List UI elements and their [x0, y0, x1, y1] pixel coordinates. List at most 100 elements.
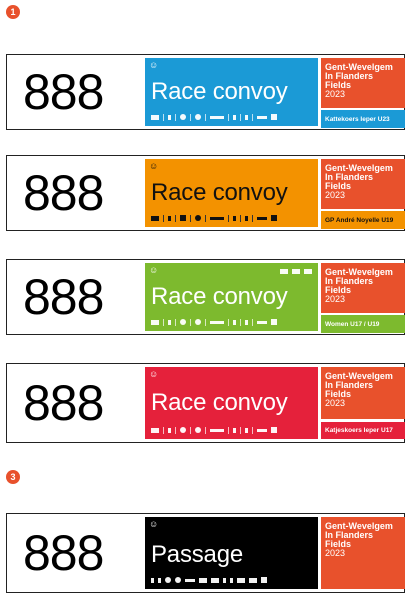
sponsor-logo-icon [249, 577, 257, 583]
person-icon: ☺ [149, 265, 159, 275]
plate-number: 888 [23, 269, 104, 325]
event-year: 2023 [325, 548, 346, 558]
separator [163, 113, 164, 121]
category-label: Women U17 / U19 [321, 315, 405, 333]
sponsor-logo-icon [210, 115, 224, 119]
separator [163, 426, 164, 434]
sponsor-logo-icon [245, 319, 248, 325]
sponsor-logo-icon [180, 215, 186, 221]
separator [240, 318, 241, 326]
sponsor-logo-icon [195, 114, 201, 120]
sponsor-logos [151, 214, 312, 222]
event-year: 2023 [325, 294, 346, 304]
separator [205, 113, 206, 121]
sponsor-logo-icon [257, 428, 267, 432]
sponsor-logo-icon [271, 114, 277, 120]
person-icon: ☺ [149, 161, 159, 171]
plate-race-convoy-red: 888 ☺ Race convoy Gent-Wevelgem In Fland… [6, 363, 405, 443]
sponsor-logo-icon [151, 319, 159, 325]
top-sponsor-logos [280, 269, 312, 274]
person-icon: ☺ [149, 369, 159, 379]
event-box: Gent-Wevelgem In Flanders Fields 2023 [321, 159, 405, 209]
sponsor-logo-icon [151, 577, 154, 583]
sponsor-logo-icon [257, 115, 267, 119]
sponsor-logo-icon [168, 427, 171, 433]
sponsor-logo-icon [199, 577, 207, 583]
plate-passage-black: 888 ☺ Passage Gent-Wevelgem In Flanders … [6, 513, 405, 593]
sponsor-logo-icon [211, 577, 219, 583]
event-column: Gent-Wevelgem In Flanders Fields 2023 [321, 517, 405, 589]
sponsor-logo-icon [257, 320, 267, 324]
event-column: Gent-Wevelgem In Flanders Fields 2023 Wo… [321, 263, 405, 333]
sponsor-logo-icon [210, 320, 224, 324]
plate-title: Race convoy [151, 78, 288, 105]
sponsor-logo-icon [195, 319, 201, 325]
sponsor-logo-icon [237, 577, 245, 583]
plate-number: 888 [23, 375, 104, 431]
plate-title-panel: ☺ Race convoy [145, 263, 318, 331]
sponsor-logo-icon [233, 319, 236, 325]
sponsor-logo-icon [210, 216, 224, 220]
person-icon: ☺ [149, 60, 159, 70]
plate-title: Race convoy [151, 283, 288, 310]
separator [190, 318, 191, 326]
plate-number: 888 [23, 64, 104, 120]
separator [252, 318, 253, 326]
separator [175, 214, 176, 222]
event-box: Gent-Wevelgem In Flanders Fields 2023 [321, 58, 405, 108]
sponsor-logo-icon [233, 114, 236, 120]
sponsor-logos [151, 318, 312, 326]
event-column: Gent-Wevelgem In Flanders Fields 2023 Ka… [321, 367, 405, 439]
sponsor-logos [151, 576, 312, 584]
event-column: Gent-Wevelgem In Flanders Fields 2023 GP… [321, 159, 405, 229]
sponsor-logo-icon [233, 215, 236, 221]
plate-title-panel: ☺ Race convoy [145, 367, 318, 439]
sponsor-logo-icon [175, 577, 181, 583]
plate-race-convoy-green: 888 ☺ Race convoy Gent-Wevelgem In Fland… [6, 259, 405, 335]
sponsor-logo-icon [257, 216, 267, 220]
section-marker-3: 3 [6, 470, 20, 484]
sponsor-logo-icon [245, 427, 248, 433]
event-name-line2: In Flanders Fields [325, 380, 374, 399]
event-box: Gent-Wevelgem In Flanders Fields 2023 [321, 517, 405, 589]
sponsor-logo-icon [168, 215, 171, 221]
sponsor-logo-icon [185, 578, 195, 582]
separator [163, 214, 164, 222]
separator [205, 426, 206, 434]
separator [175, 318, 176, 326]
sponsor-logo-icon [280, 269, 288, 274]
separator [252, 214, 253, 222]
event-name-line2: In Flanders Fields [325, 71, 374, 90]
separator [205, 214, 206, 222]
sponsor-logo-icon [210, 428, 224, 432]
section-marker-1: 1 [6, 5, 20, 19]
category-label: Kattekoers Ieper U23 [321, 110, 405, 128]
sponsor-logo-icon [165, 577, 171, 583]
event-year: 2023 [325, 190, 346, 200]
separator [228, 426, 229, 434]
sponsor-logo-icon [151, 114, 159, 120]
separator [240, 426, 241, 434]
plate-title-panel: ☺ Race convoy [145, 58, 318, 126]
event-box: Gent-Wevelgem In Flanders Fields 2023 [321, 367, 405, 419]
sponsor-logo-icon [180, 114, 186, 120]
separator [228, 318, 229, 326]
separator [175, 426, 176, 434]
separator [252, 426, 253, 434]
event-year: 2023 [325, 89, 346, 99]
sponsor-logo-icon [151, 215, 159, 221]
plate-race-convoy-blue: 888 ☺ Race convoy Gent-Wevelgem In Fland… [6, 54, 405, 130]
plate-race-convoy-orange: 888 ☺ Race convoy Gent-Wevelgem In Fland… [6, 155, 405, 231]
plate-title-panel: ☺ Passage [145, 517, 318, 589]
sponsor-logo-icon [271, 215, 277, 221]
sponsor-logo-icon [271, 427, 277, 433]
sponsor-logo-icon [195, 427, 201, 433]
separator [240, 214, 241, 222]
person-icon: ☺ [149, 519, 159, 529]
sponsor-logos [151, 426, 312, 434]
separator [252, 113, 253, 121]
sponsor-logo-icon [168, 114, 171, 120]
separator [228, 113, 229, 121]
event-name-line2: In Flanders Fields [325, 172, 374, 191]
sponsor-logo-icon [230, 577, 233, 583]
